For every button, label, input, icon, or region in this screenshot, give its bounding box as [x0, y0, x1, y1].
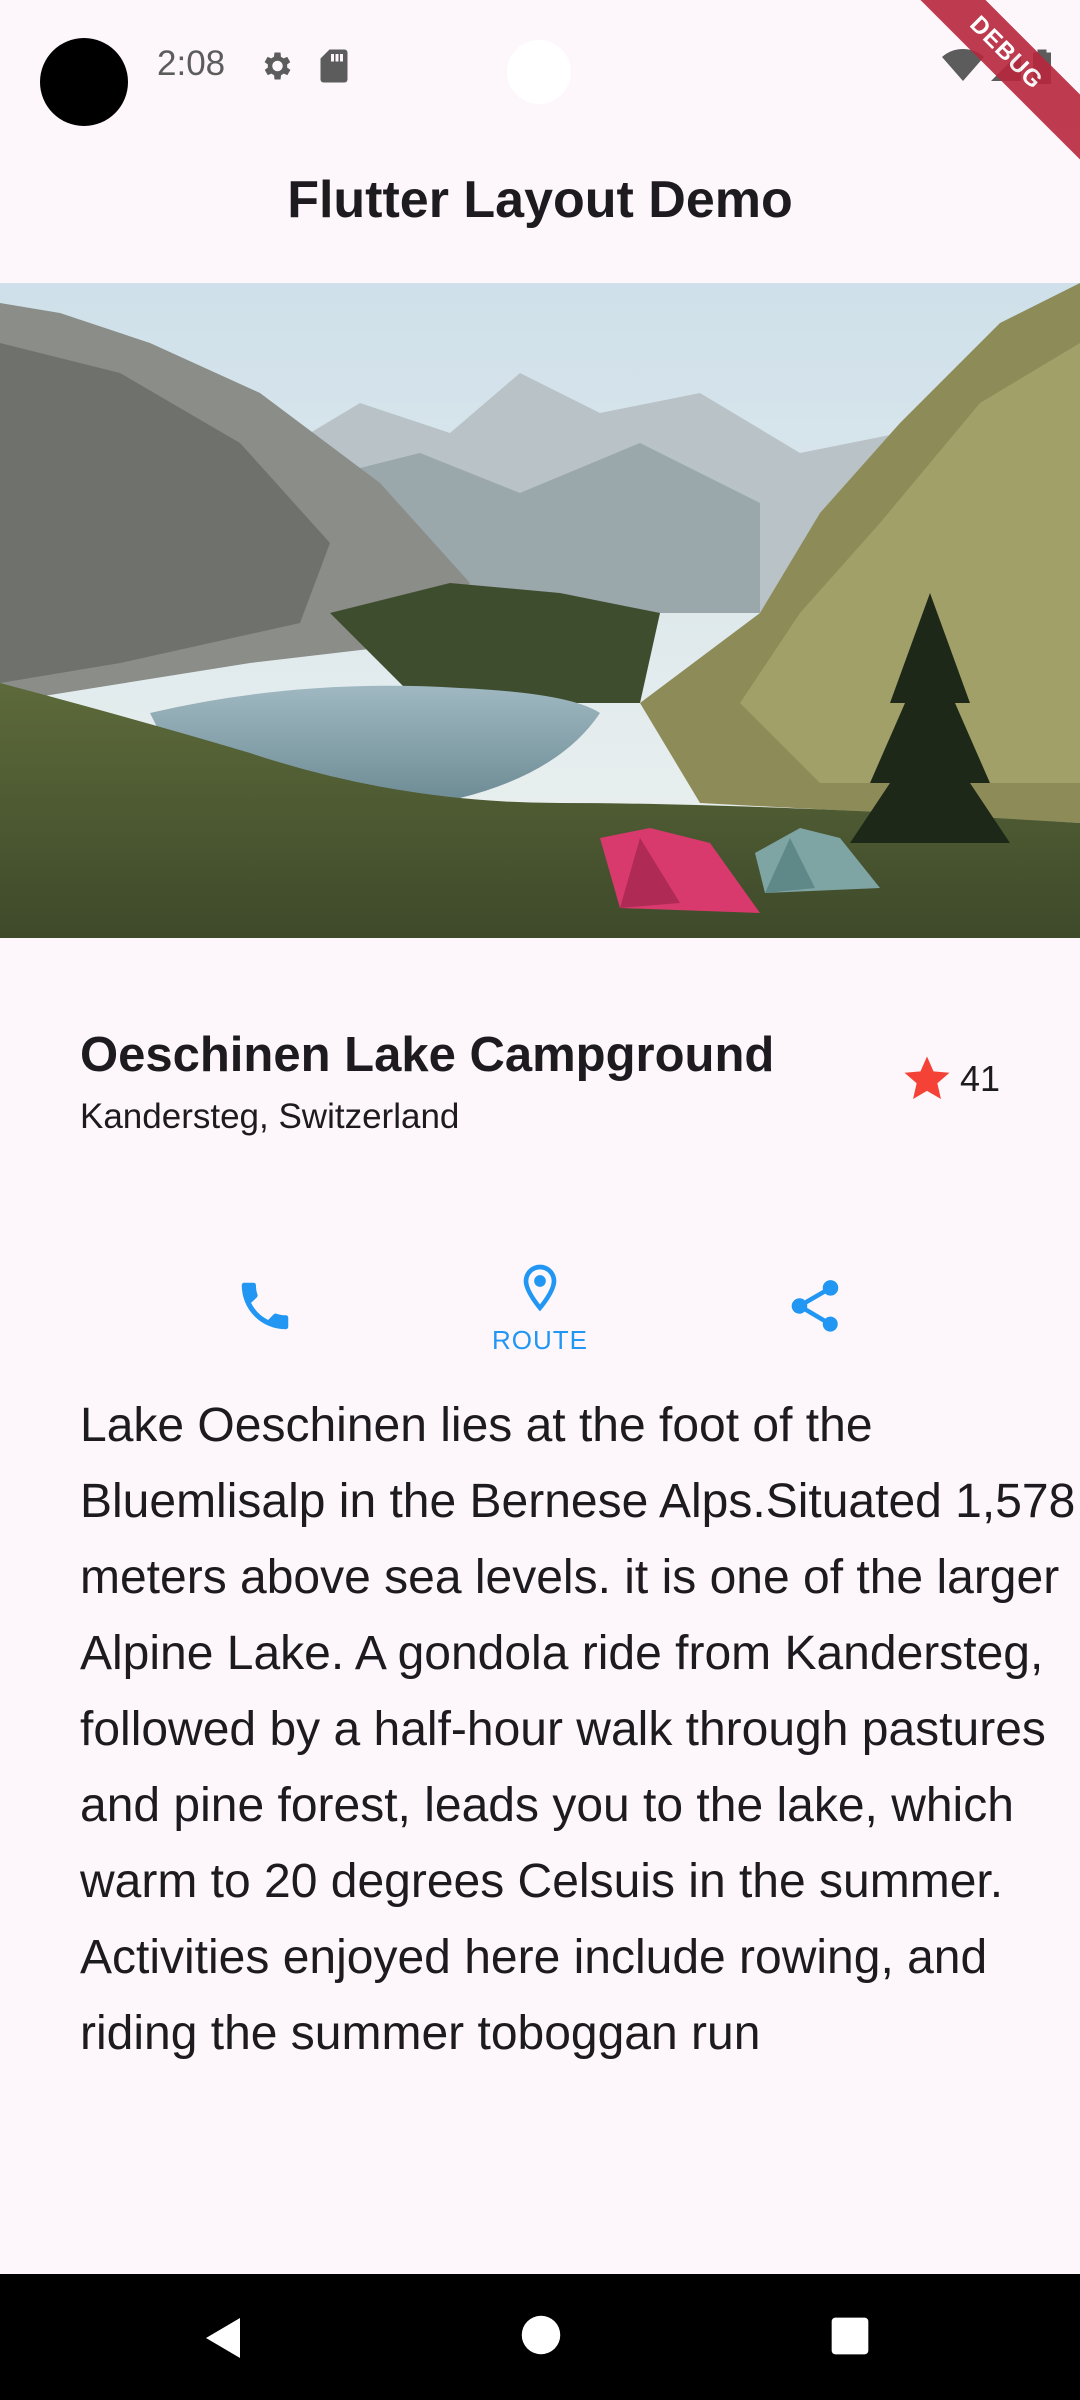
- star-icon[interactable]: [900, 1052, 954, 1106]
- settings-icon: [264, 52, 291, 80]
- share-icon[interactable]: [784, 1275, 846, 1337]
- location-pin-icon[interactable]: [512, 1260, 568, 1316]
- app-bar-title: Flutter Layout Demo: [287, 171, 793, 229]
- call-button[interactable]: [165, 1275, 365, 1346]
- action-row: ROUTE: [0, 1250, 1080, 1390]
- back-icon[interactable]: [200, 2314, 248, 2362]
- navigation-bar: [0, 2274, 1080, 2400]
- home-icon[interactable]: [520, 2314, 562, 2356]
- place-location: Kandersteg, Switzerland: [80, 1097, 460, 1136]
- rating[interactable]: 41: [900, 1052, 1000, 1106]
- sd-card-icon: [320, 49, 348, 83]
- hero-image: [0, 283, 1080, 938]
- status-bar: 2:08 DEBUG: [0, 0, 1080, 162]
- phone-icon[interactable]: [234, 1275, 296, 1337]
- title-section: Oeschinen Lake Campground Kandersteg, Sw…: [80, 1025, 1020, 1139]
- camera-cutout: [40, 38, 128, 126]
- lake-campground-photo: [0, 283, 1080, 938]
- recents-icon[interactable]: [828, 2314, 872, 2358]
- status-time: 2:08: [157, 44, 226, 83]
- front-sensor: [507, 40, 571, 104]
- route-label: ROUTE: [492, 1325, 588, 1355]
- rating-count: 41: [960, 1058, 1001, 1099]
- share-button[interactable]: [715, 1275, 915, 1346]
- description-text: Lake Oeschinen lies at the foot of the B…: [80, 1399, 1076, 2060]
- route-button[interactable]: ROUTE: [440, 1260, 640, 1356]
- place-name: Oeschinen Lake Campground: [80, 1028, 775, 1082]
